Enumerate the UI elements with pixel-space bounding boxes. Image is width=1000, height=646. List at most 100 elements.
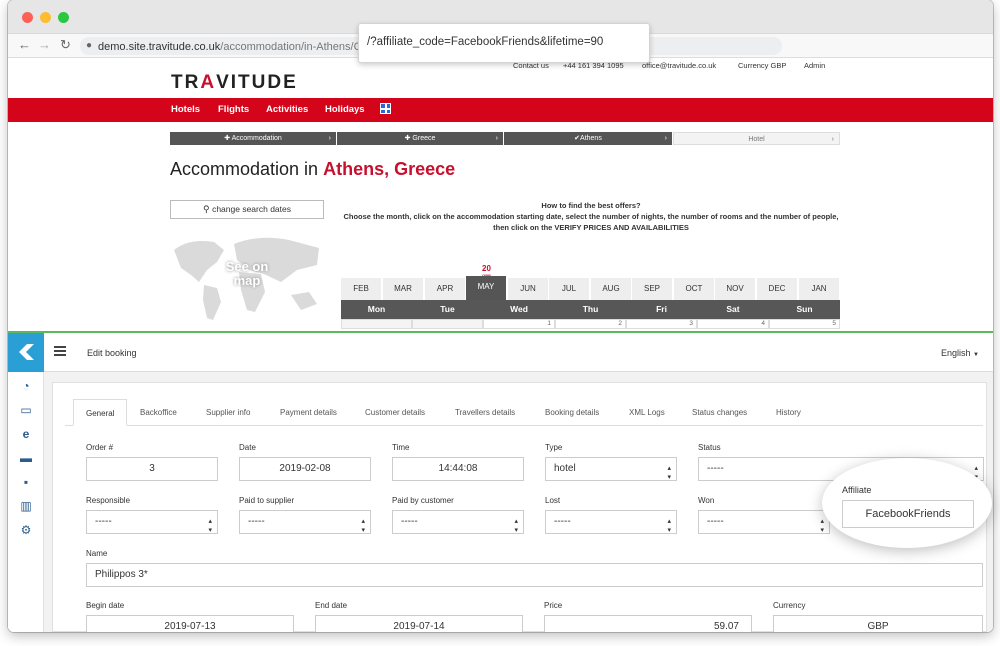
- status-label: Status: [698, 443, 721, 452]
- lost-select[interactable]: ----- ▴ ▾: [545, 510, 677, 534]
- breadcrumb-label: ✚ Greece: [404, 135, 436, 142]
- month-tab[interactable]: APR: [425, 278, 466, 300]
- change-dates-label: change search dates: [212, 204, 291, 214]
- month-tab[interactable]: NOV: [715, 278, 756, 300]
- paid-customer-select[interactable]: ----- ▴ ▾: [392, 510, 524, 534]
- calendar-day[interactable]: 1: [483, 319, 555, 329]
- breadcrumb-accommodation[interactable]: ✚ Accommodation ›: [170, 132, 336, 145]
- weekday-header: Sun: [769, 300, 840, 319]
- month-tab[interactable]: AUG: [591, 278, 632, 300]
- browser-e-icon[interactable]: e: [18, 427, 34, 441]
- end-date-field[interactable]: 2019-07-14: [315, 615, 523, 632]
- logo-mark: A: [200, 72, 217, 93]
- email-link[interactable]: office@travitude.co.uk: [642, 61, 716, 70]
- nav-activities[interactable]: Activities: [266, 104, 308, 115]
- price-field[interactable]: 59.07: [544, 615, 752, 632]
- nav-holidays[interactable]: Holidays: [325, 104, 365, 115]
- breadcrumb-label: Hotel: [748, 136, 765, 143]
- type-select[interactable]: hotel ▴ ▾: [545, 457, 677, 481]
- won-select[interactable]: ----- ▴ ▾: [698, 510, 830, 534]
- begin-date-field[interactable]: 2019-07-13: [86, 615, 294, 632]
- forward-arrow-icon[interactable]: →: [38, 38, 51, 52]
- currency-field[interactable]: GBP: [773, 615, 983, 632]
- admin-brand-logo[interactable]: [8, 333, 44, 372]
- breadcrumb-label: ✔Athens: [574, 135, 602, 142]
- page-title: Edit booking: [87, 348, 137, 358]
- tab-supplier-info[interactable]: Supplier info: [206, 399, 250, 426]
- calendar-day[interactable]: 2: [555, 319, 626, 329]
- time-label: Time: [392, 443, 410, 452]
- tab-xml-logs[interactable]: XML Logs: [629, 399, 665, 426]
- calendar-day[interactable]: 3: [626, 319, 697, 329]
- help-title: How to find the best offers?: [541, 201, 641, 210]
- heading-place: Athens, Greece: [323, 159, 456, 179]
- change-search-dates-button[interactable]: ⚲ change search dates: [170, 200, 324, 219]
- url-query-callout: /?affiliate_code=FacebookFriends&lifetim…: [358, 23, 650, 63]
- month-tab[interactable]: SEP: [632, 278, 673, 300]
- dashboard-icon[interactable]: ◔: [18, 379, 34, 393]
- paid-supplier-select[interactable]: ----- ▴ ▾: [239, 510, 371, 534]
- date-field[interactable]: 2019-02-08: [239, 457, 371, 481]
- logo-text-end: VITUDE: [216, 72, 298, 93]
- affiliate-field[interactable]: FacebookFriends: [842, 500, 974, 528]
- calendar-day[interactable]: 5: [769, 319, 840, 329]
- nav-flights[interactable]: Flights: [218, 104, 249, 115]
- weekday-header: Tue: [412, 300, 483, 319]
- month-tab[interactable]: FEB: [341, 278, 382, 300]
- month-tab[interactable]: OCT: [674, 278, 715, 300]
- month-tab[interactable]: JUL: [549, 278, 590, 300]
- month-tab-active[interactable]: MAY: [466, 276, 507, 300]
- tab-payment-details[interactable]: Payment details: [280, 399, 337, 426]
- month-tab[interactable]: JAN: [799, 278, 840, 300]
- tab-general[interactable]: General: [73, 399, 128, 426]
- world-map-link[interactable]: See on map: [169, 230, 325, 325]
- tab-status-changes[interactable]: Status changes: [692, 399, 747, 426]
- breadcrumb-athens[interactable]: ✔Athens ›: [504, 132, 672, 145]
- tab-history[interactable]: History: [776, 399, 801, 426]
- language-dropdown[interactable]: English ▼: [941, 348, 979, 358]
- breadcrumb-hotel[interactable]: Hotel ›: [673, 132, 840, 145]
- chevron-right-icon: ›: [495, 135, 498, 142]
- nav-hotels[interactable]: Hotels: [171, 104, 200, 115]
- reload-icon[interactable]: ↻: [60, 38, 71, 52]
- month-tab[interactable]: MAR: [383, 278, 424, 300]
- admin-dropdown[interactable]: Admin: [804, 61, 825, 70]
- menu-toggle-icon[interactable]: [54, 346, 66, 356]
- affiliate-label: Affiliate: [842, 485, 872, 495]
- tab-customer-details[interactable]: Customer details: [365, 399, 425, 426]
- date-label: Date: [239, 443, 256, 452]
- name-field[interactable]: Philippos 3*: [86, 563, 983, 587]
- paid-supplier-label: Paid to supplier: [239, 496, 295, 505]
- month-tab[interactable]: DEC: [757, 278, 798, 300]
- monitor-icon[interactable]: ▭: [18, 403, 34, 417]
- breadcrumb-greece[interactable]: ✚ Greece ›: [337, 132, 503, 145]
- maximize-window-button[interactable]: [58, 12, 69, 23]
- greek-flag-icon[interactable]: [380, 103, 391, 114]
- affiliate-magnifier: Affiliate FacebookFriends: [822, 458, 992, 548]
- bar-chart-icon[interactable]: ▥: [18, 499, 34, 513]
- briefcase-icon[interactable]: ▪: [18, 475, 34, 489]
- bed-icon[interactable]: ▬: [18, 451, 34, 465]
- currency-dropdown[interactable]: Currency GBP: [738, 61, 786, 70]
- travitude-logo[interactable]: TRAVITUDE: [171, 72, 298, 94]
- month-tab[interactable]: JUN: [508, 278, 549, 300]
- currency-label: Currency: [773, 601, 806, 610]
- tab-booking-details[interactable]: Booking details: [545, 399, 599, 426]
- responsible-select[interactable]: ----- ▴ ▾: [86, 510, 218, 534]
- url-text: demo.site.travitude.co.uk/accommodation/…: [98, 41, 390, 53]
- browser-window: ← → ↻ ● demo.site.travitude.co.uk/accomm…: [8, 0, 993, 632]
- calendar-day[interactable]: 4: [697, 319, 769, 329]
- tab-travellers-details[interactable]: Travellers details: [455, 399, 515, 426]
- close-window-button[interactable]: [22, 12, 33, 23]
- admin-sidebar: ◔ ▭ e ▬ ▪ ▥ ⚙: [8, 333, 44, 632]
- logo-text-start: TR: [171, 72, 201, 93]
- tab-backoffice[interactable]: Backoffice: [140, 399, 177, 426]
- tab-underline: [65, 425, 983, 426]
- select-arrows-icon: ▴▾: [667, 518, 671, 534]
- minimize-window-button[interactable]: [40, 12, 51, 23]
- order-field[interactable]: 3: [86, 457, 218, 481]
- time-field[interactable]: 14:44:08: [392, 457, 524, 481]
- select-arrows-icon: ▴▾: [361, 518, 365, 534]
- back-arrow-icon[interactable]: ←: [18, 38, 31, 52]
- gear-icon[interactable]: ⚙: [18, 523, 34, 537]
